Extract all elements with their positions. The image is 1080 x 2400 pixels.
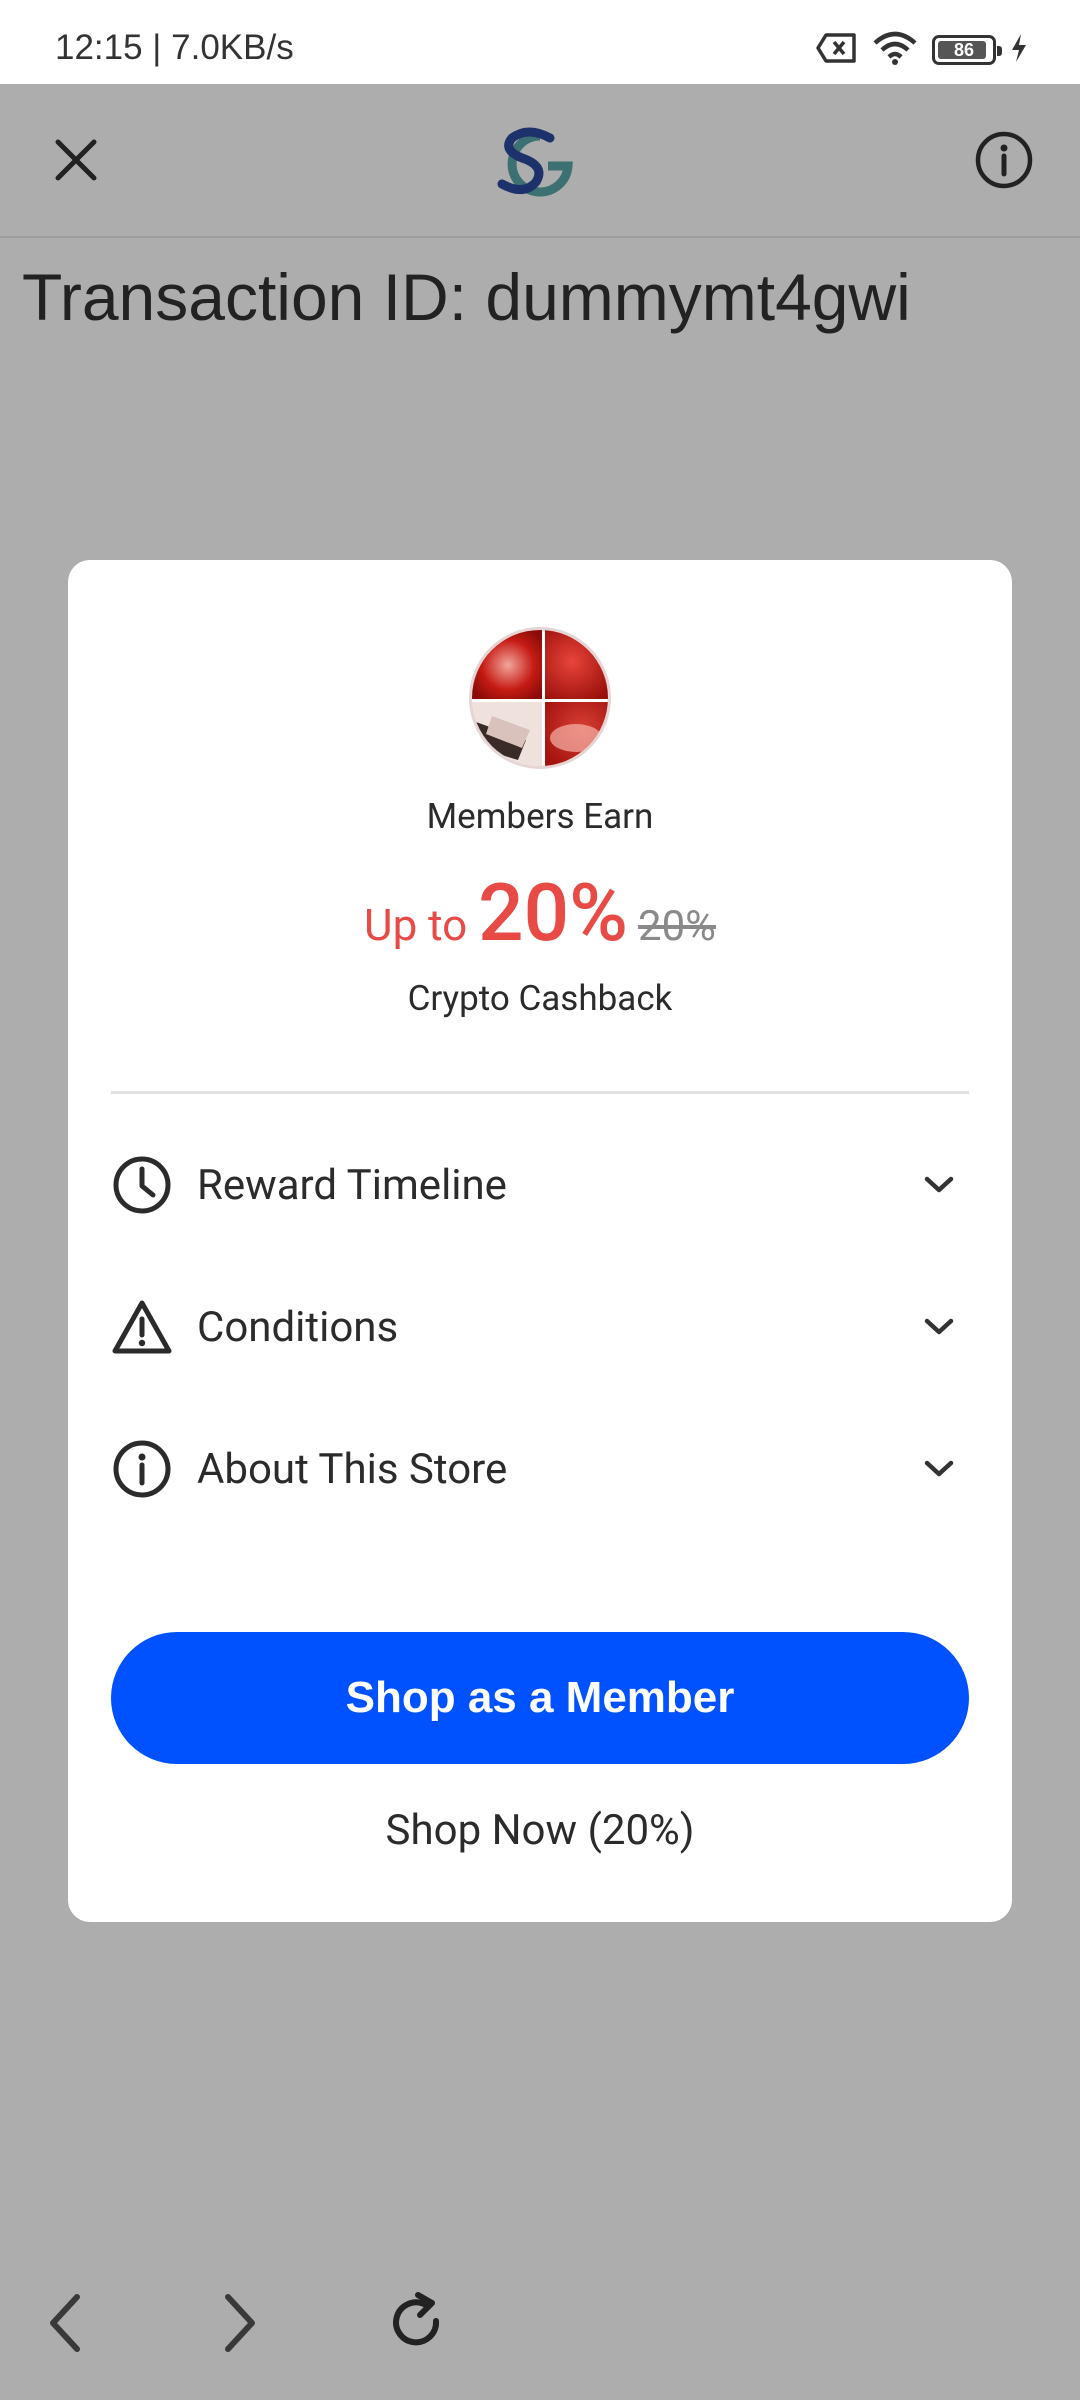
rate-value: 20%: [478, 866, 628, 960]
info-icon: [111, 1438, 173, 1500]
chevron-down-icon: [909, 1297, 969, 1357]
sim-off-icon: [816, 32, 858, 68]
accordion-conditions[interactable]: Conditions: [111, 1282, 969, 1372]
store-avatar: [469, 627, 611, 769]
chevron-down-icon: [909, 1155, 969, 1215]
battery-icon: 86: [932, 35, 1002, 65]
rate-prefix: Up to: [364, 899, 479, 951]
accordion-about-store[interactable]: About This Store: [111, 1424, 969, 1514]
charging-icon: [1010, 33, 1028, 67]
divider: [111, 1091, 969, 1094]
accordion-reward-timeline[interactable]: Reward Timeline: [111, 1140, 969, 1230]
cashback-rate: Up to 20% 20%: [68, 866, 1012, 960]
accordion-label: About This Store: [197, 1444, 508, 1494]
accordion-label: Reward Timeline: [197, 1160, 507, 1210]
crypto-cashback-label: Crypto Cashback: [407, 978, 673, 1019]
chevron-down-icon: [909, 1439, 969, 1499]
shop-as-member-button[interactable]: Shop as a Member: [111, 1632, 969, 1764]
shop-now-button[interactable]: Shop Now (20%): [111, 1788, 969, 1872]
rate-old-value: 20%: [637, 902, 716, 951]
cashback-modal: Members Earn Up to 20% 20% Crypto Cashba…: [68, 560, 1012, 1922]
wifi-icon: [872, 31, 918, 69]
status-icons: 86: [816, 30, 1028, 70]
status-time-speed: 12:15 | 7.0KB/s: [55, 28, 294, 67]
clock-icon: [111, 1154, 173, 1216]
warning-icon: [111, 1296, 173, 1358]
battery-level: 86: [953, 39, 975, 60]
accordion-label: Conditions: [197, 1302, 399, 1352]
members-earn-label: Members Earn: [426, 796, 654, 837]
status-bar: 12:15 | 7.0KB/s 86: [0, 0, 1080, 84]
